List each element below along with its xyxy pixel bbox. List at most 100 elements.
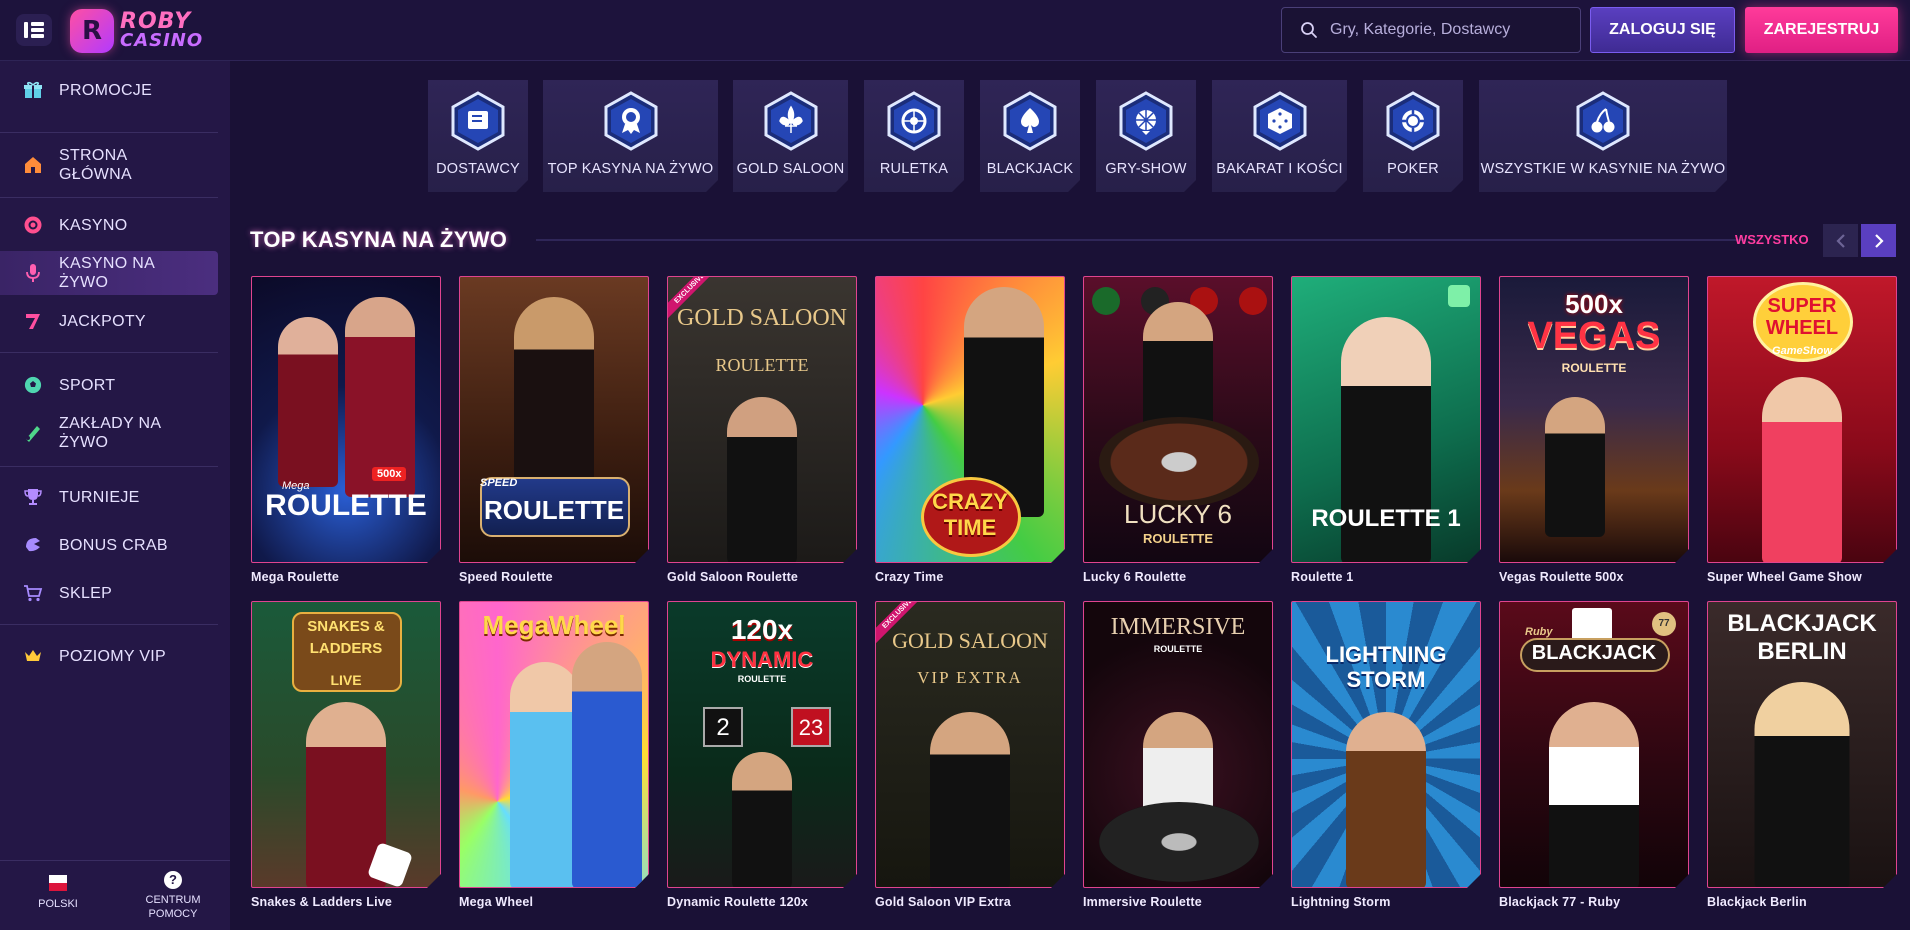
sidebar-item-sklep[interactable]: SKLEP bbox=[0, 575, 218, 611]
game-card[interactable]: 500x Mega ROULETTE Mega Roulette bbox=[251, 276, 441, 584]
carousel-prev-button[interactable] bbox=[1823, 224, 1858, 257]
dealer-figure bbox=[930, 712, 1010, 888]
dealer-figure bbox=[510, 662, 580, 888]
sidebar-item-jackpoty[interactable]: JACKPOTY bbox=[0, 303, 218, 339]
art-title: SUPER WHEEL bbox=[1765, 295, 1839, 339]
game-card[interactable]: 77 Ruby BLACKJACK Blackjack 77 - Ruby bbox=[1499, 601, 1689, 909]
category-wszystkie[interactable]: WSZYSTKIE W KASYNIE NA ŻYWO bbox=[1479, 80, 1727, 192]
game-card[interactable]: SNAKES & LADDERS LIVE Snakes & Ladders L… bbox=[251, 601, 441, 909]
crown-icon bbox=[22, 645, 44, 667]
sidebar-item-bonus-crab[interactable]: BONUS CRAB bbox=[0, 527, 218, 563]
menu-toggle-button[interactable] bbox=[16, 14, 52, 46]
game-thumbnail: LUCKY 6 ROULETTE bbox=[1083, 276, 1273, 563]
game-thumbnail: BLACKJACK BERLIN bbox=[1707, 601, 1897, 888]
sidebar-item-strona-glowna[interactable]: STRONA GŁÓWNA bbox=[0, 143, 218, 187]
category-ruletka[interactable]: RULETKA bbox=[864, 80, 964, 192]
sidebar-item-promocje[interactable]: PROMOCJE bbox=[0, 72, 218, 108]
category-bakarat-i-kosci[interactable]: BAKARAT I KOŚCI bbox=[1212, 80, 1347, 192]
game-name: Lightning Storm bbox=[1291, 895, 1391, 909]
dealer-figure bbox=[1545, 397, 1605, 537]
sidebar-item-poziomy-vip[interactable]: POZIOMY VIP bbox=[0, 638, 218, 674]
game-card[interactable]: IMMERSIVE ROULETTE Immersive Roulette bbox=[1083, 601, 1273, 909]
divider bbox=[0, 466, 218, 467]
art-subtitle: ROULETTE bbox=[715, 355, 809, 375]
category-gry-show[interactable]: GRY-SHOW bbox=[1096, 80, 1196, 192]
see-all-link[interactable]: WSZYSTKO bbox=[1735, 232, 1809, 247]
art-title: LIGHTNING bbox=[1325, 642, 1447, 667]
dealer-figure bbox=[732, 752, 792, 888]
carousel-next-button[interactable] bbox=[1861, 224, 1896, 257]
art-subtitle: Ruby bbox=[1525, 626, 1553, 638]
dealer-figure bbox=[1762, 377, 1842, 563]
sidebar-item-kasyno-na-zywo[interactable]: KASYNO NA ŻYWO bbox=[0, 251, 218, 295]
game-card[interactable]: MegaWheel Mega Wheel bbox=[459, 601, 649, 909]
sidebar-item-zaklady-na-zywo[interactable]: ZAKŁADY NA ŻYWO bbox=[0, 411, 218, 455]
category-blackjack[interactable]: BLACKJACK bbox=[980, 80, 1080, 192]
game-thumbnail: 120x DYNAMIC ROULETTE 2 23 bbox=[667, 601, 857, 888]
game-card[interactable]: LIGHTNING STORM Lightning Storm bbox=[1291, 601, 1481, 909]
multiplier-badge: 120x bbox=[730, 614, 794, 645]
category-gold-saloon[interactable]: GOLD SALOON bbox=[733, 80, 848, 192]
sidebar-item-kasyno[interactable]: KASYNO bbox=[0, 207, 218, 243]
search-input[interactable] bbox=[1330, 21, 1570, 39]
art-title: LUCKY 6 bbox=[1124, 499, 1232, 529]
art-title: DYNAMIC bbox=[710, 647, 814, 672]
game-card[interactable]: LUCKY 6 ROULETTE Lucky 6 Roulette bbox=[1083, 276, 1273, 584]
search-icon bbox=[1301, 22, 1317, 38]
art-subtitle: ROULETTE bbox=[737, 674, 787, 684]
category-poker[interactable]: POKER bbox=[1363, 80, 1463, 192]
art-title: CRAZY TIME bbox=[932, 489, 1008, 540]
sidebar-item-label: BONUS CRAB bbox=[59, 536, 168, 554]
game-card[interactable]: CRAZY TIME Crazy Time bbox=[875, 276, 1065, 584]
roulette-wheel bbox=[1099, 802, 1259, 882]
game-name: Blackjack 77 - Ruby bbox=[1499, 895, 1621, 909]
sidebar-item-label: PROMOCJE bbox=[59, 81, 153, 99]
art-subtitle: LIVE bbox=[330, 672, 362, 688]
site-logo[interactable]: R ROBY CASINO bbox=[70, 8, 203, 54]
microphone-icon bbox=[22, 262, 44, 284]
game-name: Speed Roulette bbox=[459, 570, 553, 584]
sidebar-item-label: STRONA GŁÓWNA bbox=[59, 147, 132, 183]
game-thumbnail: ROULETTE 1 bbox=[1291, 276, 1481, 563]
login-button[interactable]: ZALOGUJ SIĘ bbox=[1590, 7, 1735, 53]
art-subtitle: SPEED bbox=[480, 477, 518, 489]
logo-text-line2: CASINO bbox=[120, 30, 204, 51]
category-top-kasyna-na-zywo[interactable]: TOP KASYNA NA ŻYWO bbox=[543, 80, 718, 192]
category-dostawcy[interactable]: DOSTAWCY bbox=[428, 80, 528, 192]
soccer-ball-icon bbox=[22, 374, 44, 396]
game-name: Dynamic Roulette 120x bbox=[667, 895, 809, 909]
game-card[interactable]: 120x DYNAMIC ROULETTE 2 23 Dynamic Roule… bbox=[667, 601, 857, 909]
register-button[interactable]: ZAREJESTRUJ bbox=[1745, 7, 1898, 53]
dealer-figure bbox=[278, 317, 338, 487]
game-card[interactable]: BLACKJACK BERLIN Blackjack Berlin bbox=[1707, 601, 1897, 909]
game-name: Mega Wheel bbox=[459, 895, 534, 909]
game-thumbnail: MegaWheel bbox=[459, 601, 649, 888]
game-name: Vegas Roulette 500x bbox=[1499, 570, 1624, 584]
language-selector[interactable]: POLSKI bbox=[28, 875, 88, 911]
help-center-link[interactable]: ? CENTRUM POMOCY bbox=[138, 871, 208, 921]
language-label: POLSKI bbox=[38, 898, 78, 910]
game-card[interactable]: ROULETTE 1 Roulette 1 bbox=[1291, 276, 1481, 584]
category-label: GOLD SALOON bbox=[736, 161, 845, 177]
sidebar-item-turnieje[interactable]: TURNIEJE bbox=[0, 479, 218, 515]
game-card[interactable]: SPEED ROULETTE Speed Roulette bbox=[459, 276, 649, 584]
chevron-right-icon bbox=[1874, 233, 1884, 248]
number-tile: 2 bbox=[703, 707, 743, 747]
game-thumbnail: EXCLUSIVE GOLD SALOON VIP EXTRA bbox=[875, 601, 1065, 888]
game-card[interactable]: 500x VEGAS ROULETTE Vegas Roulette 500x bbox=[1499, 276, 1689, 584]
dealer-figure bbox=[1346, 712, 1426, 888]
game-card[interactable]: EXCLUSIVE GOLD SALOON VIP EXTRA Gold Sal… bbox=[875, 601, 1065, 909]
game-name: Mega Roulette bbox=[251, 570, 340, 584]
sidebar-item-label: KASYNO bbox=[59, 216, 128, 234]
game-card[interactable]: EXCLUSIVE GOLD SALOON ROULETTE Gold Salo… bbox=[667, 276, 857, 584]
sidebar-item-sport[interactable]: SPORT bbox=[0, 367, 218, 403]
search-box[interactable] bbox=[1281, 7, 1581, 53]
game-card[interactable]: SUPER WHEEL GameShow Super Wheel Game Sh… bbox=[1707, 276, 1897, 584]
main-content: DOSTAWCY TOP KASYNA NA ŻYWO GOLD SALOON … bbox=[230, 61, 1910, 930]
seven-icon bbox=[22, 310, 44, 332]
sidebar-toggle-icon bbox=[24, 22, 44, 38]
dealer-figure bbox=[1755, 682, 1850, 888]
game-thumbnail: SPEED ROULETTE bbox=[459, 276, 649, 563]
category-label: BAKARAT I KOŚCI bbox=[1216, 161, 1343, 177]
divider bbox=[0, 132, 218, 133]
